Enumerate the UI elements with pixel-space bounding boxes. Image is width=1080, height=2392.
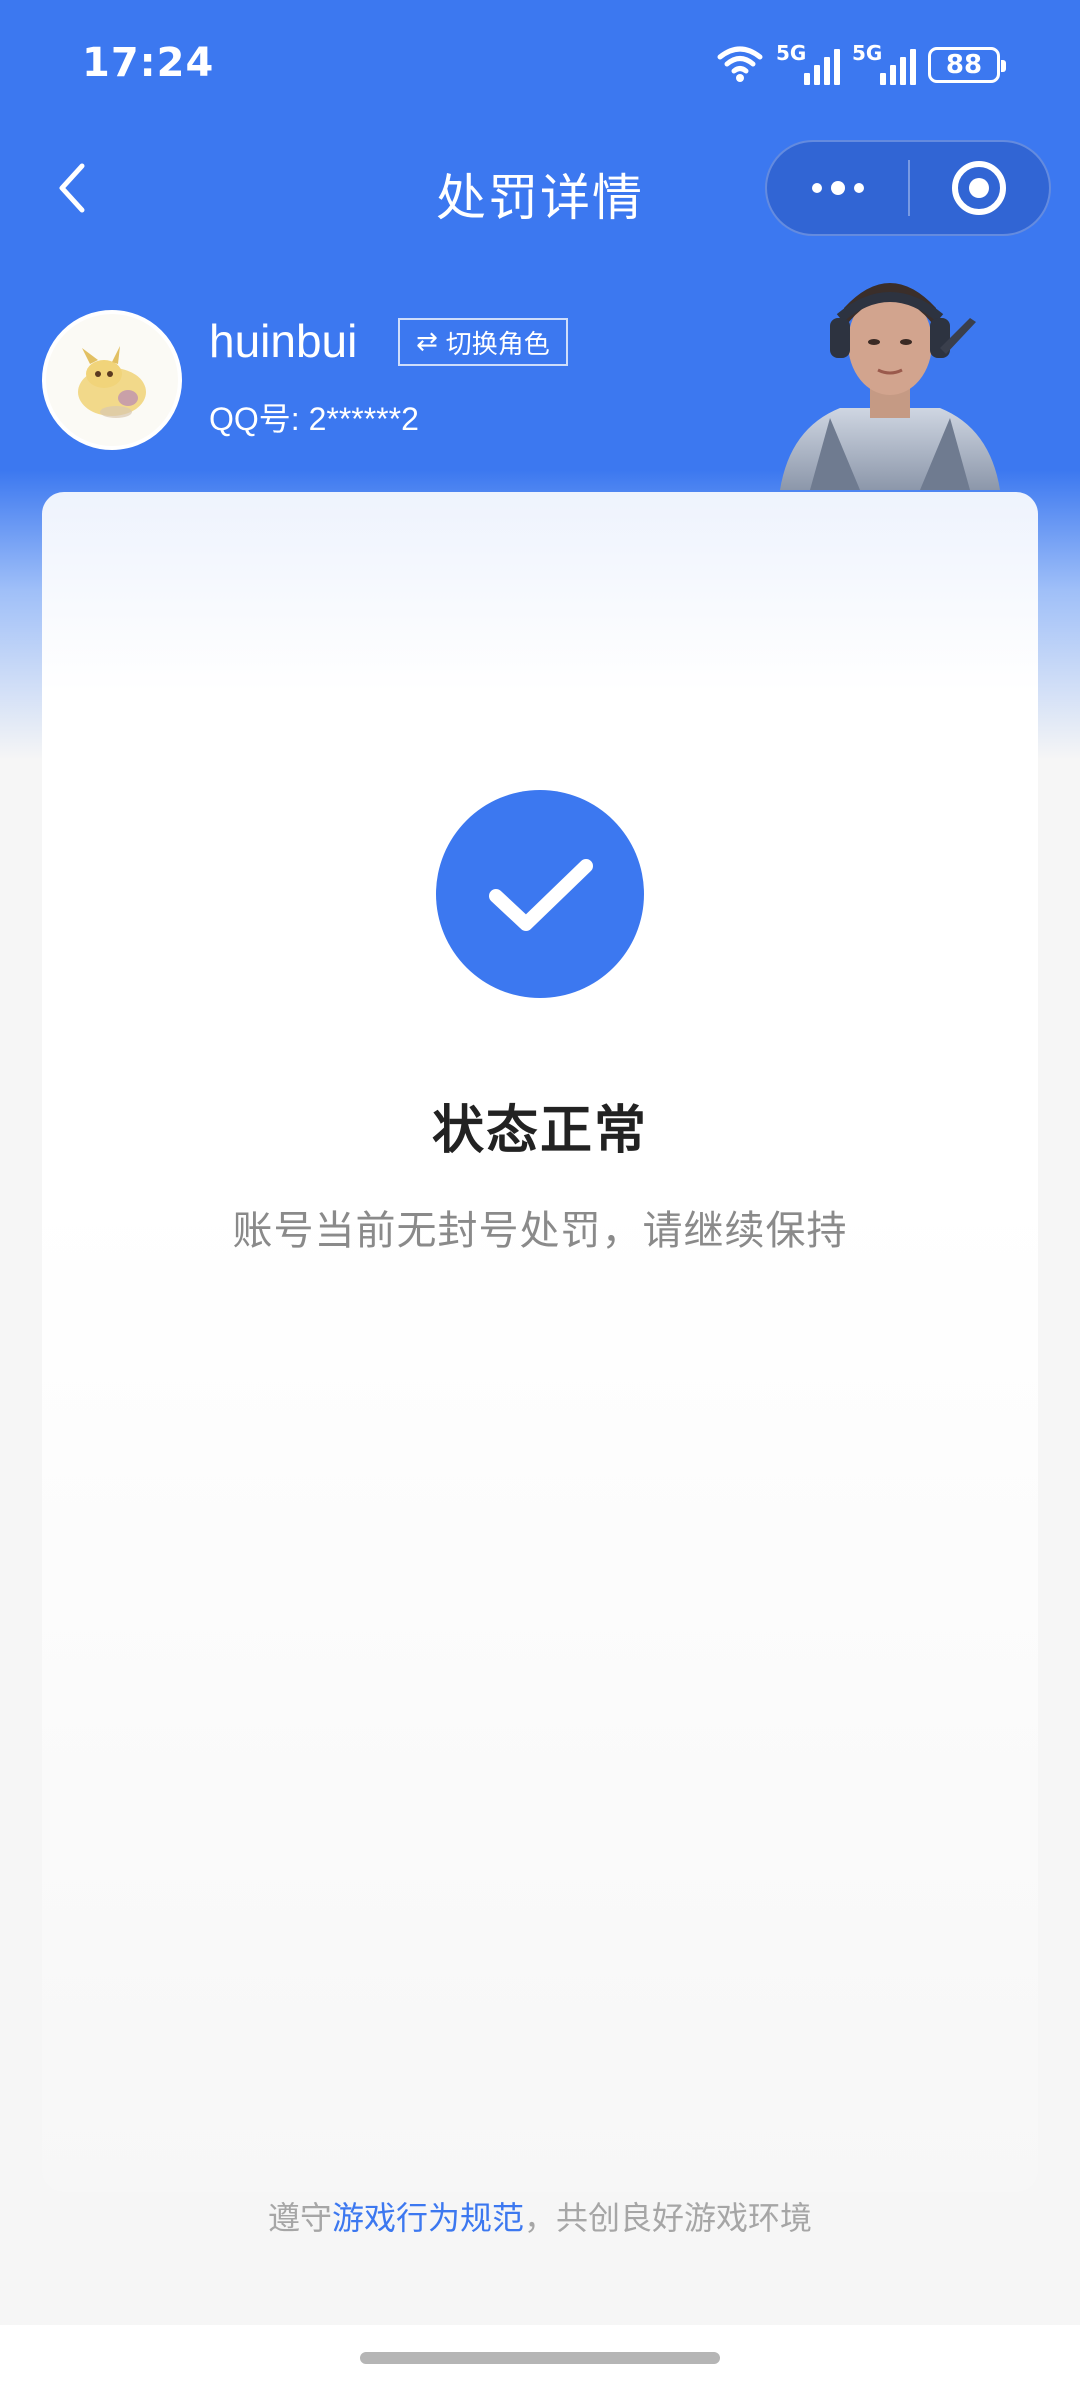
status-icons: 5G 5G 88: [716, 40, 1006, 90]
home-indicator[interactable]: [360, 2352, 720, 2364]
avatar-image: [46, 314, 178, 446]
footer-prefix: 遵守: [267, 2199, 332, 2237]
status-time: 17:24: [82, 40, 215, 86]
status-title: 状态正常: [431, 1101, 648, 1161]
battery-level: 88: [945, 50, 983, 80]
check-icon: [436, 790, 644, 998]
game-character-illustration: [780, 283, 1000, 490]
target-icon: [952, 161, 1007, 215]
avatar: [42, 310, 182, 450]
nav-bar: 处罚详情: [0, 130, 1080, 246]
swap-icon: ⇄: [416, 327, 438, 357]
footer-suffix: ，共创良好游戏环境: [524, 2199, 813, 2237]
signal-icon: 5G: [776, 41, 840, 85]
signal-icon: 5G: [852, 41, 916, 85]
conduct-rules-link[interactable]: 游戏行为规范: [332, 2199, 524, 2237]
footer-notice: 遵守游戏行为规范，共创良好游戏环境: [0, 2193, 1080, 2239]
more-button[interactable]: [767, 142, 908, 234]
qq-number: QQ号: 2******2: [209, 401, 419, 437]
status-description: 账号当前无封号处罚，请继续保持: [232, 1208, 848, 1254]
close-button[interactable]: [910, 142, 1049, 234]
switch-role-label: 切换角色: [445, 329, 550, 360]
username: huinbui: [209, 315, 358, 367]
more-dots-icon: [811, 183, 822, 193]
battery-icon: 88: [928, 47, 1006, 83]
wifi-icon: [716, 43, 764, 87]
status-card: 状态正常 账号当前无封号处罚，请继续保持: [42, 492, 1038, 2192]
status-bar: 17:24 5G 5G 88: [0, 0, 1080, 130]
switch-role-button[interactable]: ⇄ 切换角色: [398, 318, 568, 366]
mini-program-capsule: [765, 140, 1051, 236]
